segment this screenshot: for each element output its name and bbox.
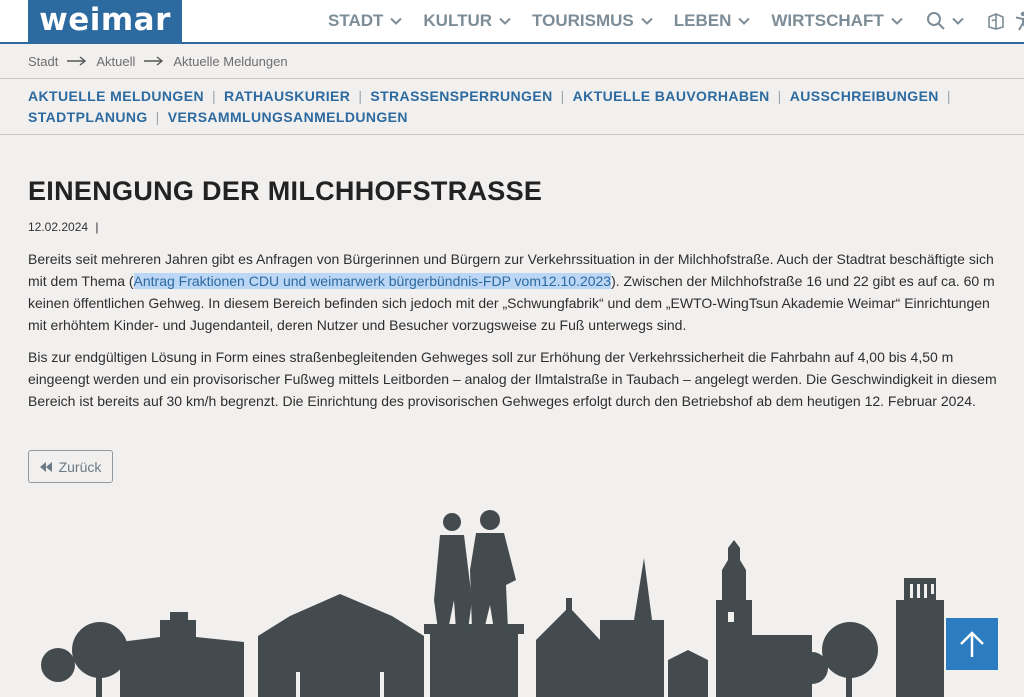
- breadcrumb-current: Aktuelle Meldungen: [173, 53, 288, 69]
- back-button-label: Zurück: [58, 458, 102, 475]
- nav-wirtschaft[interactable]: WIRTSCHAFT: [771, 11, 903, 31]
- date-separator: |: [95, 220, 99, 234]
- nav-tourismus[interactable]: TOURISMUS: [532, 11, 653, 31]
- chevron-down-icon: [499, 17, 511, 25]
- chevron-down-icon: [738, 17, 751, 25]
- article-paragraph-1: Bereits seit mehreren Jahren gibt es Anf…: [28, 248, 1000, 336]
- sign-language-icon: [987, 13, 1004, 30]
- weimar-logo[interactable]: weimar: [28, 0, 182, 42]
- accessibility-icon: [1015, 11, 1024, 31]
- article-paragraph-2: Bis zur endgültigen Lösung in Form eines…: [28, 349, 997, 409]
- nav-stadt[interactable]: STADT: [328, 11, 403, 31]
- chevron-down-icon: [891, 17, 903, 25]
- nav-stadt-label: STADT: [328, 11, 384, 30]
- separator: |: [946, 88, 951, 104]
- nav-kultur[interactable]: KULTUR: [423, 11, 511, 31]
- nav-kultur-label: KULTUR: [423, 11, 493, 30]
- accessibility-button[interactable]: [1014, 11, 1024, 31]
- subnav-strassensperrungen[interactable]: STRASSENSPERRUNGEN: [370, 86, 552, 107]
- article-date: 12.02.2024 |: [28, 220, 99, 234]
- subnav-aktuelle-bauvorhaben[interactable]: AKTUELLE BAUVORHABEN: [573, 86, 770, 107]
- separator: |: [777, 88, 782, 104]
- divider: [0, 78, 1024, 79]
- separator: |: [560, 88, 565, 104]
- site-header: weimar STADT KULTUR TOURISMUS LEBEN WIRT…: [0, 0, 1024, 44]
- breadcrumb-aktuell[interactable]: Aktuell: [96, 54, 135, 69]
- back-button[interactable]: Zurück: [28, 450, 113, 483]
- weimar-skyline-illustration: [41, 510, 944, 697]
- nav-leben[interactable]: LEBEN: [674, 11, 751, 31]
- chevron-down-icon: [952, 17, 964, 25]
- antrag-link[interactable]: Antrag Fraktionen CDU und weimarwerk bür…: [133, 273, 612, 289]
- nav-wirtschaft-label: WIRTSCHAFT: [771, 11, 884, 30]
- main-navigation: STADT KULTUR TOURISMUS LEBEN WIRTSCHAFT: [328, 0, 1024, 42]
- arrow-right-icon: [144, 56, 164, 66]
- chevron-down-icon: [641, 17, 653, 25]
- sign-language-button[interactable]: [986, 11, 1006, 31]
- separator: |: [155, 109, 160, 125]
- arrow-up-icon: [960, 631, 984, 657]
- search-toggle[interactable]: [926, 11, 964, 31]
- subnav-stadtplanung[interactable]: STADTPLANUNG: [28, 107, 148, 128]
- date-value: 12.02.2024: [28, 220, 89, 234]
- subnav-rathauskurier[interactable]: RATHAUSKURIER: [224, 86, 350, 107]
- subnav-versammlungsanmeldungen[interactable]: VERSAMMLUNGSANMELDUNGEN: [168, 107, 408, 128]
- subnav-ausschreibungen[interactable]: AUSSCHREIBUNGEN: [790, 86, 939, 107]
- separator: |: [358, 88, 363, 104]
- rewind-icon: [39, 461, 52, 472]
- chevron-down-icon: [390, 17, 403, 25]
- arrow-right-icon: [67, 56, 87, 66]
- separator: |: [211, 88, 217, 104]
- page-title: EINENGUNG DER MILCHHOFSTRASSE: [28, 176, 543, 206]
- breadcrumb: Stadt Aktuell Aktuelle Meldungen: [28, 52, 288, 70]
- divider: [0, 134, 1024, 135]
- nav-tourismus-label: TOURISMUS: [532, 11, 634, 30]
- breadcrumb-stadt[interactable]: Stadt: [28, 54, 58, 69]
- search-icon: [926, 12, 945, 30]
- scroll-to-top-button[interactable]: [946, 618, 998, 670]
- nav-leben-label: LEBEN: [673, 11, 732, 30]
- section-navigation: AKTUELLE MELDUNGEN | RATHAUSKURIER | STRAS…: [28, 86, 998, 128]
- subnav-aktuelle-meldungen[interactable]: AKTUELLE MELDUNGEN: [28, 86, 204, 107]
